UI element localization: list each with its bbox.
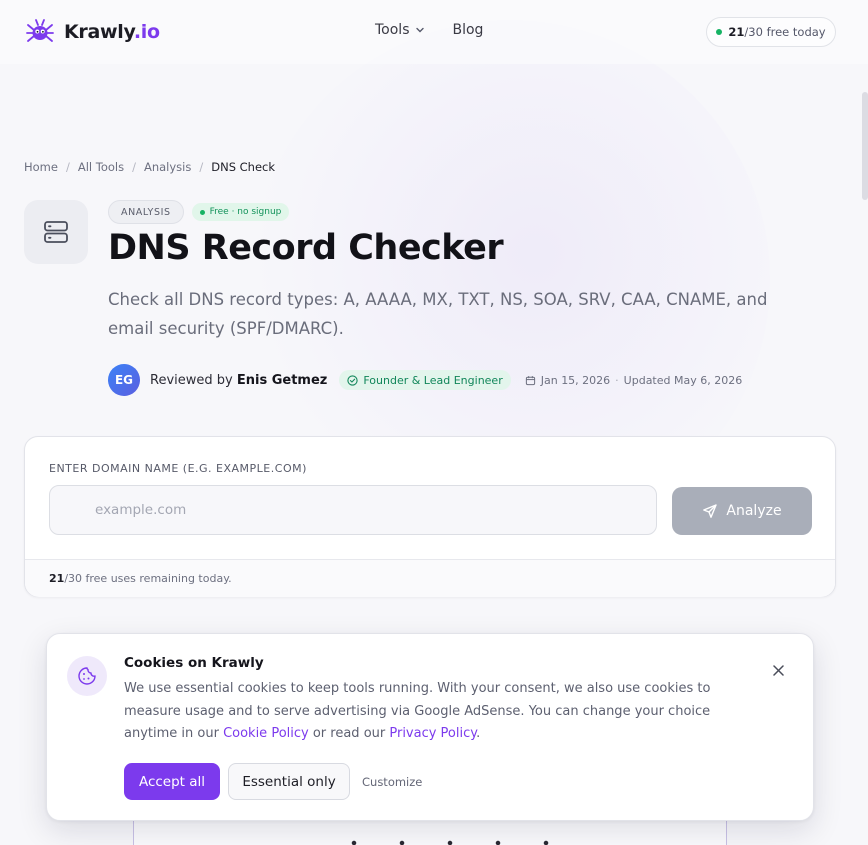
breadcrumb-separator: / (132, 160, 136, 174)
analyze-button-label: Analyze (726, 503, 782, 519)
category-badge[interactable]: ANALYSIS (108, 200, 184, 224)
calendar-icon (525, 375, 535, 385)
content-text-partial (330, 839, 580, 845)
updated-date: Updated May 6, 2026 (623, 373, 743, 387)
brand-tld: .io (133, 21, 160, 43)
published-date: Jan 15, 2026 (540, 373, 611, 387)
site-logo[interactable]: Krawly.io (24, 16, 160, 48)
status-dot-icon (716, 29, 723, 35)
quota-rest: /30 free today (744, 25, 826, 39)
cookie-banner-text: We use essential cookies to keep tools r… (124, 678, 764, 746)
cookie-icon-badge (67, 656, 107, 696)
check-circle-icon (347, 374, 358, 386)
cookie-policy-link[interactable]: Cookie Policy (223, 726, 309, 741)
reviewer-name[interactable]: Enis Getmez (237, 373, 328, 388)
status-dot-icon (199, 209, 205, 215)
domain-input[interactable] (49, 485, 657, 535)
site-header: Krawly.io Tools Blog 21/30 free today (0, 0, 868, 64)
close-icon (772, 664, 784, 676)
analyze-button[interactable]: Analyze (672, 487, 812, 535)
remaining-count: 21 (49, 572, 65, 585)
cookie-text-end: . (476, 726, 481, 741)
accept-all-button[interactable]: Accept all (124, 763, 220, 800)
avatar: EG (108, 364, 140, 396)
breadcrumb-separator: / (199, 160, 204, 174)
domain-form-card: ENTER DOMAIN NAME (E.G. EXAMPLE.COM) Ana… (24, 436, 836, 597)
breadcrumb-separator: / (65, 160, 70, 174)
publish-dates: Jan 15, 2026 · Updated May 6, 2026 (525, 374, 742, 387)
breadcrumb-current: DNS Check (211, 160, 276, 174)
breadcrumb-home[interactable]: Home (24, 160, 58, 174)
cookie-banner-title: Cookies on Krawly (124, 655, 264, 671)
customize-button[interactable]: Customize (356, 763, 428, 800)
tool-badges: ANALYSIS Free · no signup (108, 200, 290, 224)
nav-tools[interactable]: Tools (375, 22, 425, 38)
brand-name-text: Krawly (64, 21, 134, 43)
server-icon (44, 221, 68, 243)
tool-icon-tile (24, 200, 88, 264)
chevron-down-icon (415, 27, 424, 33)
cookie-close-button[interactable] (769, 661, 787, 679)
reviewed-by-text: Reviewed by Enis Getmez (150, 373, 327, 388)
reviewer-info: EG Reviewed by Enis Getmez Founder & Lea… (108, 364, 742, 396)
remaining-text: /30 free uses remaining today. (64, 572, 232, 585)
usage-footer: 21/30 free uses remaining today. (25, 559, 835, 597)
brand-name: Krawly.io (64, 21, 160, 43)
cookie-text-middle: or read our (308, 726, 390, 741)
page-title: DNS Record Checker (108, 228, 504, 268)
privacy-policy-link[interactable]: Privacy Policy (389, 726, 476, 741)
page-scrollbar[interactable] (862, 92, 868, 200)
cookie-banner: Cookies on Krawly We use essential cooki… (46, 633, 814, 821)
quota-text: 21/30 free today (728, 25, 825, 39)
breadcrumb-analysis[interactable]: Analysis (144, 160, 191, 174)
breadcrumb-all-tools[interactable]: All Tools (78, 160, 124, 174)
send-icon (703, 504, 718, 518)
cookie-icon (78, 667, 96, 685)
reviewer-role-badge: Founder & Lead Engineer (339, 370, 511, 390)
spider-logo-icon (26, 19, 54, 42)
reviewer-role: Founder & Lead Engineer (363, 373, 503, 387)
quota-used: 21 (728, 25, 745, 39)
breadcrumb: Home / All Tools / Analysis / DNS Check (24, 160, 275, 174)
essential-only-button[interactable]: Essential only (228, 763, 350, 800)
domain-field-label: ENTER DOMAIN NAME (E.G. EXAMPLE.COM) (49, 462, 307, 475)
free-badge: Free · no signup (191, 203, 290, 221)
nav-tools-label: Tools (375, 22, 410, 38)
nav-blog-label: Blog (452, 22, 484, 38)
quota-badge: 21/30 free today (706, 17, 836, 47)
page-subtitle: Check all DNS record types: A, AAAA, MX,… (108, 290, 768, 338)
date-separator: · (615, 373, 619, 387)
main-nav: Tools Blog (375, 22, 483, 38)
reviewed-by-prefix: Reviewed by (150, 372, 233, 388)
nav-blog[interactable]: Blog (453, 22, 484, 38)
free-badge-label: Free · no signup (209, 207, 282, 217)
